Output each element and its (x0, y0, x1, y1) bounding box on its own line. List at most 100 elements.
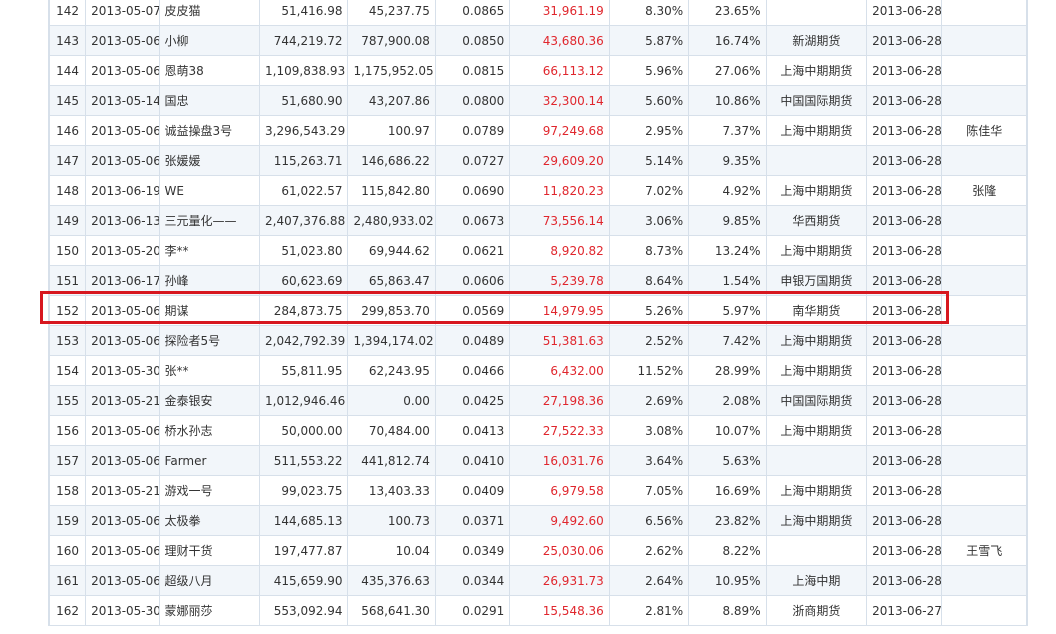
cell-ratio: 0.0489 (434, 325, 511, 356)
cell-account-name[interactable]: 国忠 (158, 85, 261, 116)
cell-account-name[interactable]: 诚益操盘3号 (158, 115, 261, 146)
cell-account-name[interactable]: 孙峰 (158, 265, 261, 296)
table-row[interactable]: 158 2013-05-21 游戏一号 99,023.75 13,403.33 0.040… (48, 475, 1027, 506)
cell-profit: 26,931.73 (509, 565, 610, 596)
cell-broker: 上海中期期货 (765, 115, 868, 146)
cell-rank: 151 (48, 265, 87, 296)
cell-pct-1: 5.14% (608, 145, 690, 176)
cell-capital: 1,012,946.46 (259, 385, 349, 416)
table-body: 142 2013-05-07 皮皮猫 51,416.98 45,237.75 0.0865… (48, 0, 1027, 626)
cell-profit: 66,113.12 (509, 55, 610, 86)
cell-start-date: 2013-05-21 (85, 475, 160, 506)
table-row[interactable]: 159 2013-05-06 太极拳 144,685.13 100.73 0.0371 9,… (48, 505, 1027, 536)
cell-updated-date: 2013-06-28 (866, 55, 943, 86)
cell-account-name[interactable]: 恩萌38 (158, 55, 261, 86)
cell-pct-1: 2.64% (608, 565, 690, 596)
cell-equity: 435,376.63 (347, 565, 436, 596)
cell-account-name[interactable]: 期谋 (158, 295, 261, 326)
table-row[interactable]: 151 2013-06-17 孙峰 60,623.69 65,863.47 0.0606 5… (48, 265, 1027, 296)
table-row[interactable]: 142 2013-05-07 皮皮猫 51,416.98 45,237.75 0.0865… (48, 0, 1027, 26)
cell-updated-date: 2013-06-28 (866, 355, 943, 386)
cell-start-date: 2013-05-21 (85, 385, 160, 416)
cell-account-name[interactable]: 蒙娜丽莎 (158, 595, 261, 626)
cell-start-date: 2013-05-06 (85, 445, 160, 476)
table-row[interactable]: 157 2013-05-06 Farmer 511,553.22 441,812.74 0… (48, 445, 1027, 476)
table-row[interactable]: 148 2013-06-19 WE 61,022.57 115,842.80 0.0690… (48, 175, 1027, 206)
table-row[interactable]: 152 2013-05-06 期谋 284,873.75 299,853.70 0.056… (48, 295, 1027, 326)
cell-start-date: 2013-05-06 (85, 415, 160, 446)
cell-rank: 149 (48, 205, 87, 236)
cell-ratio: 0.0413 (434, 415, 511, 446)
cell-start-date: 2013-05-06 (85, 535, 160, 566)
cell-account-name[interactable]: 理财干货 (158, 535, 261, 566)
table-row[interactable]: 154 2013-05-30 张** 55,811.95 62,243.95 0.0466… (48, 355, 1027, 386)
cell-rank: 162 (48, 595, 87, 626)
cell-rank: 147 (48, 145, 87, 176)
cell-pct-2: 10.07% (688, 415, 767, 446)
cell-broker: 上海中期期货 (765, 55, 868, 86)
cell-broker: 上海中期期货 (765, 505, 868, 536)
cell-ratio: 0.0850 (434, 25, 511, 56)
cell-account-name[interactable]: 李** (158, 235, 261, 266)
table-row[interactable]: 149 2013-06-13 三元量化—— 2,407,376.88 2,480,933… (48, 205, 1027, 236)
table-row[interactable]: 144 2013-05-06 恩萌38 1,109,838.93 1,175,952.0… (48, 55, 1027, 86)
cell-account-name[interactable]: 游戏一号 (158, 475, 261, 506)
cell-account-name[interactable]: Farmer (158, 445, 261, 476)
table-row[interactable]: 153 2013-05-06 探险者5号 2,042,792.39 1,394,174.… (48, 325, 1027, 356)
cell-account-name[interactable]: WE (158, 175, 261, 206)
cell-equity: 299,853.70 (347, 295, 436, 326)
cell-start-date: 2013-05-06 (85, 55, 160, 86)
table-row[interactable]: 156 2013-05-06 桥水孙志 50,000.00 70,484.00 0.041… (48, 415, 1027, 446)
table-row[interactable]: 145 2013-05-14 国忠 51,680.90 43,207.86 0.0800 3… (48, 85, 1027, 116)
cell-account-name[interactable]: 金泰银安 (158, 385, 261, 416)
cell-capital: 2,407,376.88 (259, 205, 349, 236)
cell-updated-date: 2013-06-28 (866, 115, 943, 146)
cell-capital: 144,685.13 (259, 505, 349, 536)
cell-rank: 150 (48, 235, 87, 266)
table-row[interactable]: 147 2013-05-06 张媛媛 115,263.71 146,686.22 0.07… (48, 145, 1027, 176)
cell-account-name[interactable]: 皮皮猫 (158, 0, 261, 26)
cell-pct-2: 23.82% (688, 505, 767, 536)
cell-profit: 14,979.95 (509, 295, 610, 326)
cell-account-name[interactable]: 探险者5号 (158, 325, 261, 356)
cell-broker: 上海中期期货 (765, 175, 868, 206)
cell-updated-date: 2013-06-28 (866, 0, 943, 26)
cell-rank: 143 (48, 25, 87, 56)
cell-start-date: 2013-05-30 (85, 595, 160, 626)
cell-note: 张隆 (941, 175, 1027, 206)
cell-ratio: 0.0410 (434, 445, 511, 476)
cell-equity: 1,394,174.02 (347, 325, 436, 356)
table-row[interactable]: 160 2013-05-06 理财干货 197,477.87 10.04 0.0349 25… (48, 535, 1027, 566)
cell-updated-date: 2013-06-28 (866, 505, 943, 536)
table-row[interactable]: 155 2013-05-21 金泰银安 1,012,946.46 0.00 0.0425 2… (48, 385, 1027, 416)
cell-pct-2: 27.06% (688, 55, 767, 86)
cell-pct-1: 7.02% (608, 175, 690, 206)
table-row[interactable]: 162 2013-05-30 蒙娜丽莎 553,092.94 568,641.30 0.0… (48, 595, 1027, 626)
cell-capital: 99,023.75 (259, 475, 349, 506)
cell-broker: 新湖期货 (765, 25, 868, 56)
cell-rank: 158 (48, 475, 87, 506)
table-row[interactable]: 146 2013-05-06 诚益操盘3号 3,296,543.29 100.97 0.0… (48, 115, 1027, 146)
cell-account-name[interactable]: 太极拳 (158, 505, 261, 536)
cell-rank: 161 (48, 565, 87, 596)
cell-equity: 1,175,952.05 (347, 55, 436, 86)
table-row[interactable]: 161 2013-05-06 超级八月 415,659.90 435,376.63 0.0… (48, 565, 1027, 596)
cell-account-name[interactable]: 三元量化—— (158, 205, 261, 236)
cell-updated-date: 2013-06-28 (866, 265, 943, 296)
cell-ratio: 0.0349 (434, 535, 511, 566)
cell-account-name[interactable]: 张媛媛 (158, 145, 261, 176)
cell-profit: 11,820.23 (509, 175, 610, 206)
cell-account-name[interactable]: 张** (158, 355, 261, 386)
table-row[interactable]: 143 2013-05-06 小柳 744,219.72 787,900.08 0.085… (48, 25, 1027, 56)
cell-account-name[interactable]: 小柳 (158, 25, 261, 56)
cell-rank: 142 (48, 0, 87, 26)
cell-pct-2: 16.74% (688, 25, 767, 56)
cell-account-name[interactable]: 超级八月 (158, 565, 261, 596)
cell-rank: 146 (48, 115, 87, 146)
cell-profit: 15,548.36 (509, 595, 610, 626)
cell-account-name[interactable]: 桥水孙志 (158, 415, 261, 446)
cell-broker: 上海中期期货 (765, 475, 868, 506)
table-row[interactable]: 150 2013-05-20 李** 51,023.80 69,944.62 0.0621… (48, 235, 1027, 266)
cell-capital: 115,263.71 (259, 145, 349, 176)
cell-equity: 62,243.95 (347, 355, 436, 386)
